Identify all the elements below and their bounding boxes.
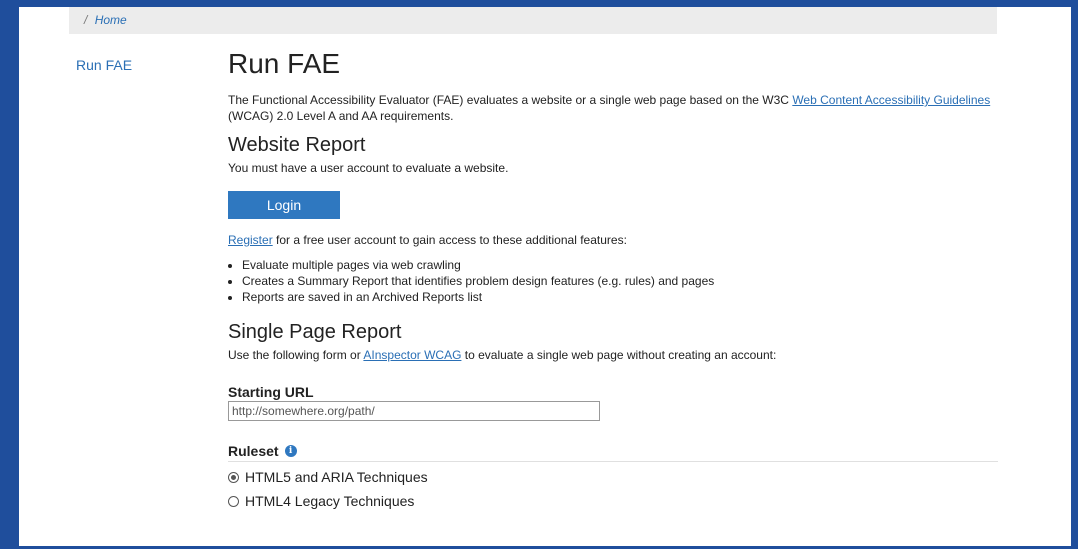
single-page-report-heading: Single Page Report <box>228 321 402 343</box>
ainspector-link[interactable]: AInspector WCAG <box>363 348 461 362</box>
single-page-text-start: Use the following form or <box>228 348 364 362</box>
login-button[interactable]: Login <box>228 191 340 219</box>
breadcrumb-separator: / <box>84 13 88 27</box>
ruleset-header: Ruleset i <box>228 443 998 462</box>
website-report-heading: Website Report <box>228 134 366 156</box>
account-required-note: You must have a user account to evaluate… <box>228 161 509 175</box>
intro-text: The Functional Accessibility Evaluator (… <box>228 92 998 124</box>
list-item: Creates a Summary Report that identifies… <box>242 273 998 289</box>
register-text-rest: for a free user account to gain access t… <box>272 233 627 247</box>
register-link[interactable]: Register <box>228 233 273 247</box>
sidebar-item-run-fae[interactable]: Run FAE <box>76 57 132 73</box>
ruleset-option-html5[interactable]: HTML5 and ARIA Techniques <box>228 465 998 489</box>
breadcrumb: / Home <box>69 7 997 34</box>
register-text: Register for a free user account to gain… <box>228 232 998 248</box>
single-page-text: Use the following form or AInspector WCA… <box>228 347 998 363</box>
radio-button-checked[interactable] <box>228 471 239 483</box>
feature-list: Evaluate multiple pages via web crawling… <box>228 257 998 305</box>
breadcrumb-home-link[interactable]: Home <box>95 13 127 27</box>
ruleset-option-label: HTML4 Legacy Techniques <box>245 493 415 509</box>
main-content: Run FAE The Functional Accessibility Eva… <box>228 47 998 513</box>
intro-text-end: (WCAG) 2.0 Level A and AA requirements. <box>228 109 454 123</box>
ruleset-label: Ruleset <box>228 443 279 459</box>
browser-frame: / Home Run FAE Run FAE The Functional Ac… <box>0 0 1078 549</box>
intro-text-start: The Functional Accessibility Evaluator (… <box>228 93 793 107</box>
wcag-link[interactable]: Web Content Accessibility Guidelines <box>792 93 990 107</box>
starting-url-input[interactable] <box>228 401 600 421</box>
info-icon[interactable]: i <box>284 445 297 457</box>
page-title: Run FAE <box>228 48 341 79</box>
list-item: Reports are saved in an Archived Reports… <box>242 289 998 305</box>
starting-url-label: Starting URL <box>228 384 314 400</box>
list-item: Evaluate multiple pages via web crawling <box>242 257 998 273</box>
radio-button[interactable] <box>228 495 239 507</box>
ruleset-option-html4[interactable]: HTML4 Legacy Techniques <box>228 489 998 513</box>
ruleset-option-label: HTML5 and ARIA Techniques <box>245 469 428 485</box>
single-page-text-end: to evaluate a single web page without cr… <box>461 348 777 362</box>
